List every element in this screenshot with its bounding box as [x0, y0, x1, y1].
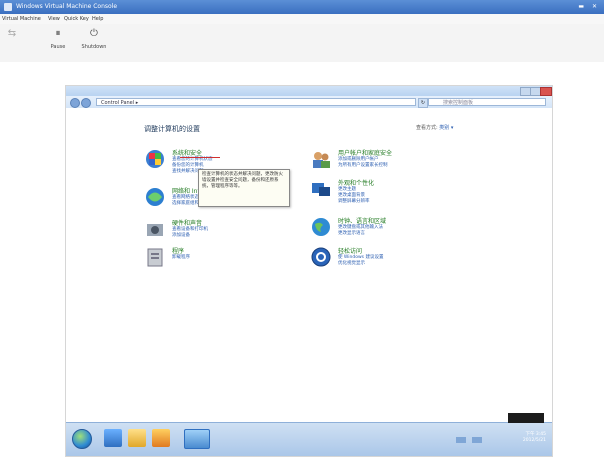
control-panel-taskbar-icon[interactable]: [184, 429, 210, 449]
taskbar: 下午 3:45 2012/5/21: [66, 413, 552, 456]
vm-menu-bar: Virtual Machine View Quick Key Help: [0, 14, 604, 24]
users-icon: [310, 148, 332, 170]
page-title: 调整计算机的设置: [144, 125, 200, 133]
vm-title: Windows Virtual Machine Console: [16, 3, 118, 10]
close-icon[interactable]: [540, 87, 552, 96]
clock[interactable]: 下午 3:45 2012/5/21: [523, 432, 546, 444]
control-panel-window: Control Panel ▸ ↻ 搜索控制面板 调整计算机的设置 查看方式: …: [66, 86, 552, 416]
vm-toolbar: ⇆ ⏸ Pause ⏻ Shutdown: [0, 24, 604, 63]
tray-icon[interactable]: [456, 437, 466, 443]
toolbar-arrows[interactable]: ⇆: [2, 28, 22, 56]
ie-icon[interactable]: [104, 429, 122, 447]
back-icon[interactable]: [70, 98, 80, 108]
appearance-icon: [310, 178, 332, 200]
menu-quick-key[interactable]: Quick Key: [64, 16, 89, 22]
pause-button[interactable]: ⏸ Pause: [40, 28, 76, 56]
power-icon: ⏻: [90, 28, 98, 39]
shutdown-button[interactable]: ⏻ Shutdown: [76, 28, 112, 56]
cp-title-strip: [66, 86, 552, 96]
speaker-icon: [144, 218, 166, 240]
category-ease-of-access[interactable]: 轻松访问 使 Windows 建议设置 优化视觉显示: [310, 246, 460, 286]
programs-icon: [144, 246, 166, 268]
address-field[interactable]: Control Panel ▸: [96, 98, 416, 106]
explorer-icon[interactable]: [128, 429, 146, 447]
vm-title-bar: Windows Virtual Machine Console ▬ ✕: [0, 0, 604, 14]
address-bar: Control Panel ▸ ↻ 搜索控制面板: [66, 96, 552, 108]
guest-screen: Control Panel ▸ ↻ 搜索控制面板 调整计算机的设置 查看方式: …: [65, 85, 553, 457]
tooltip: 检查计算机的状态并解决问题，更改防火墙设置并检查安全问题，备份和还原系统，管理程…: [198, 169, 290, 207]
category-programs[interactable]: 程序 卸载程序: [144, 246, 294, 286]
show-desktop-button[interactable]: [508, 413, 544, 423]
start-button[interactable]: [72, 429, 92, 449]
link[interactable]: 卸载程序: [172, 255, 190, 261]
link[interactable]: 为所有用户设置家长控制: [338, 163, 388, 169]
cp-window-controls[interactable]: [520, 87, 552, 96]
window-controls[interactable]: ▬ ✕: [578, 3, 600, 10]
menu-virtual-machine[interactable]: Virtual Machine: [2, 16, 41, 22]
link[interactable]: 优化视觉显示: [338, 261, 383, 267]
link[interactable]: 添加设备: [172, 233, 208, 239]
view-by-dropdown[interactable]: 类别 ▾: [439, 125, 453, 131]
category-appearance[interactable]: 外观和个性化 更改主题 更改桌面背景 调整屏幕分辨率: [310, 178, 460, 218]
pause-icon: ⏸: [55, 28, 61, 39]
link[interactable]: 更改显示语言: [338, 231, 383, 237]
tray-icon[interactable]: [472, 437, 482, 443]
link[interactable]: 调整屏幕分辨率: [338, 199, 370, 205]
forward-icon[interactable]: [81, 98, 91, 108]
shield-icon: [144, 148, 166, 170]
search-input[interactable]: 搜索控制面板: [428, 98, 546, 106]
hover-underline: [180, 157, 220, 158]
menu-help[interactable]: Help: [92, 16, 103, 22]
network-icon: [144, 186, 166, 208]
refresh-icon[interactable]: ↻: [418, 98, 428, 108]
system-tray: 下午 3:45 2012/5/21: [446, 431, 548, 449]
app-icon: [4, 3, 12, 11]
media-icon[interactable]: [152, 429, 170, 447]
menu-view[interactable]: View: [48, 16, 60, 22]
ease-icon: [310, 246, 332, 268]
globe-icon: [310, 216, 332, 238]
view-by[interactable]: 查看方式: 类别 ▾: [416, 124, 453, 131]
